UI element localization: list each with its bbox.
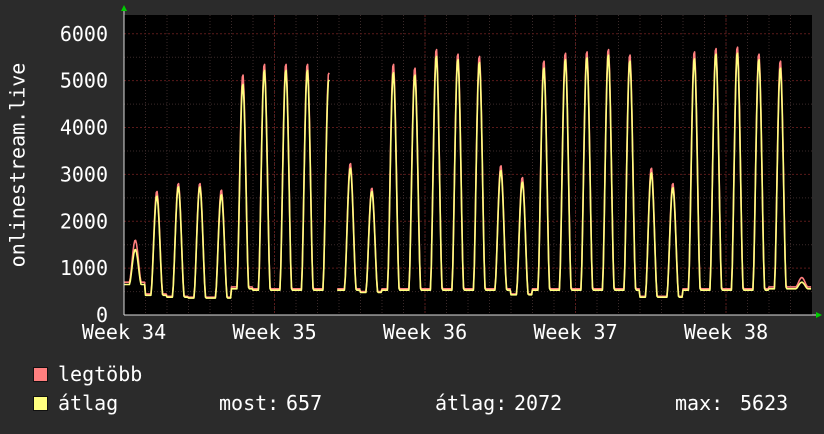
- legend-avg-label: átlag: [58, 391, 119, 415]
- x-tick-label: Week 37: [533, 320, 617, 344]
- x-tick-label: Week 35: [232, 320, 316, 344]
- x-tick-label: Week 36: [383, 320, 467, 344]
- legend-avg-swatch: [33, 396, 48, 411]
- stat-most-label: most:: [219, 391, 280, 415]
- legend-max-swatch: [33, 367, 48, 382]
- x-axis-arrow: [816, 312, 822, 318]
- stat-max-label: max:: [675, 391, 724, 415]
- y-tick-label: 6000: [60, 22, 108, 46]
- stat-avg-value: 2072: [514, 391, 563, 415]
- y-tick-label: 5000: [60, 69, 108, 93]
- y-axis-label: onlinestream.live: [6, 63, 30, 268]
- chart-root: 0 1000 2000 3000 4000 5000 6000 Week 34 Week 35 W…: [0, 0, 824, 430]
- y-axis-arrow: [121, 5, 127, 11]
- x-tick-label: Week 34: [82, 320, 166, 344]
- y-tick-label: 2000: [60, 209, 108, 233]
- x-tick-label: Week 38: [684, 320, 768, 344]
- y-tick-label: 1000: [60, 256, 108, 280]
- y-tick-label: 3000: [60, 162, 108, 186]
- stat-avg-label: átlag:: [435, 391, 508, 415]
- y-tick-label: 4000: [60, 116, 108, 140]
- stat-max-value: 5623: [740, 391, 789, 415]
- legend-max-label: legtöbb: [58, 362, 143, 386]
- stat-most-value: 657: [286, 391, 323, 415]
